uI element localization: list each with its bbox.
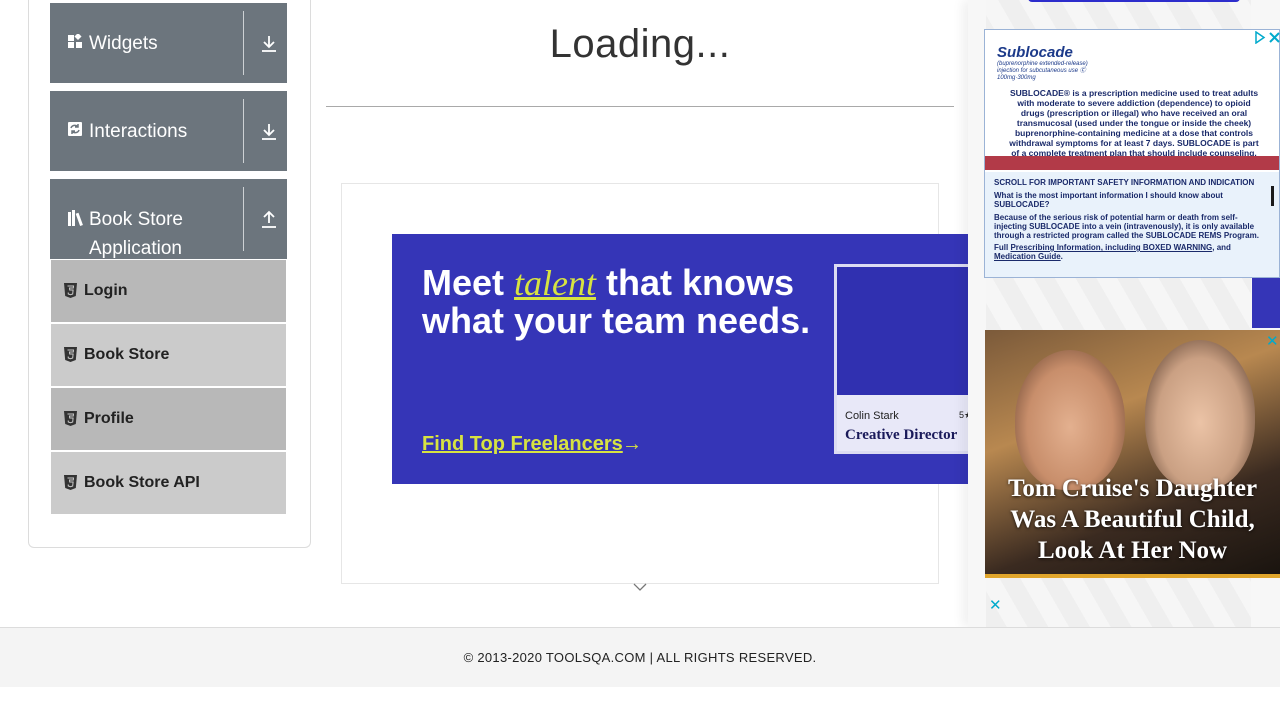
- profile-card: Colin Stark 5★ Creative Director: [834, 264, 969, 454]
- ad-blue-strip: [1252, 278, 1280, 328]
- copyright-text: © 2013-2020 TOOLSQA.COM | ALL RIGHTS RES…: [463, 650, 817, 665]
- sublocade-subtitle: (buprenorphine extended-release) injecti…: [997, 61, 1088, 81]
- interactions-icon: [68, 122, 82, 136]
- html5-icon: [64, 475, 77, 490]
- page: Widgets Interactions Book Store Applicat…: [0, 0, 1280, 720]
- menu-item-label: Login: [84, 282, 128, 299]
- group-header-interactions[interactable]: Interactions: [50, 91, 287, 171]
- menu-item-label: Profile: [84, 410, 134, 427]
- ad-caption: Tom Cruise's Daughter Was A Beautiful Ch…: [1007, 475, 1258, 564]
- top-ad-button[interactable]: [1028, 0, 1240, 2]
- find-freelancers-link[interactable]: Find Top Freelancers: [422, 433, 623, 456]
- menu-item-book-store-api[interactable]: Book Store API: [51, 452, 286, 514]
- ad-red-bar: [985, 156, 1279, 170]
- widgets-icon: [68, 34, 82, 48]
- html5-icon: [64, 411, 77, 426]
- person-photo: [1015, 350, 1125, 490]
- profile-role: Creative Director: [845, 427, 958, 443]
- prescribing-info-link[interactable]: Prescribing Information, including BOXED…: [1010, 243, 1212, 252]
- group-label-interactions: Interactions: [89, 121, 188, 142]
- menu-item-label: Book Store: [84, 346, 170, 363]
- books-icon: [68, 210, 83, 226]
- close-icon[interactable]: [1268, 31, 1280, 44]
- group-header-widgets[interactable]: Widgets: [50, 3, 287, 83]
- menu-item-label: Book Store API: [84, 474, 200, 491]
- download-arrow-icon[interactable]: [259, 121, 279, 143]
- profile-name: Colin Stark: [845, 410, 899, 422]
- group-header-book-store-application[interactable]: Book Store Application: [50, 179, 287, 259]
- banner-headline: Meet talent that knows what your team ne…: [422, 262, 811, 341]
- sublocade-ad[interactable]: Sublocade (buprenorphine extended-releas…: [984, 29, 1280, 278]
- html5-icon: [64, 347, 77, 362]
- safety-answer: Because of the serious risk of potential…: [994, 213, 1259, 240]
- safety-heading: SCROLL FOR IMPORTANT SAFETY INFORMATION …: [994, 178, 1255, 187]
- upload-arrow-icon[interactable]: [259, 209, 279, 231]
- group-separator: [243, 11, 244, 75]
- footer: © 2013-2020 TOOLSQA.COM | ALL RIGHTS RES…: [0, 627, 1280, 687]
- menu-item-book-store[interactable]: Book Store: [51, 324, 286, 386]
- adchoices-icon[interactable]: [1253, 31, 1266, 44]
- menu-item-profile[interactable]: Profile: [51, 388, 286, 450]
- ad-description: SUBLOCADE® is a prescription medicine us…: [1009, 88, 1259, 158]
- celebrity-photo-ad[interactable]: Tom Cruise's Daughter Was A Beautiful Ch…: [985, 330, 1280, 578]
- html5-icon: [64, 283, 77, 298]
- profile-photo: [837, 267, 969, 395]
- safety-links: Full Prescribing Information, including …: [994, 243, 1231, 261]
- sublocade-logo: Sublocade: [997, 44, 1073, 61]
- arrow-right-icon: →: [622, 433, 642, 455]
- medication-guide-link[interactable]: Medication Guide: [994, 252, 1061, 261]
- scrollbar-thumb[interactable]: [1271, 186, 1274, 206]
- person-photo: [1145, 340, 1255, 490]
- safety-information[interactable]: SCROLL FOR IMPORTANT SAFETY INFORMATION …: [985, 172, 1279, 277]
- menu-item-login[interactable]: Login: [51, 260, 286, 322]
- divider: [326, 106, 954, 107]
- safety-question: What is the most important information I…: [994, 191, 1223, 209]
- download-arrow-icon[interactable]: [259, 33, 279, 55]
- close-icon[interactable]: ✕: [989, 596, 1002, 614]
- group-separator: [243, 187, 244, 251]
- group-separator: [243, 99, 244, 163]
- chevron-down-icon[interactable]: [633, 582, 647, 592]
- group-label-widgets: Widgets: [89, 33, 158, 54]
- group-label-book-store-application: Book Store Application: [89, 209, 183, 259]
- close-icon[interactable]: ✕: [1266, 332, 1279, 350]
- freelancer-banner-ad[interactable]: Meet talent that knows what your team ne…: [392, 234, 969, 484]
- loading-heading: Loading...: [549, 22, 731, 66]
